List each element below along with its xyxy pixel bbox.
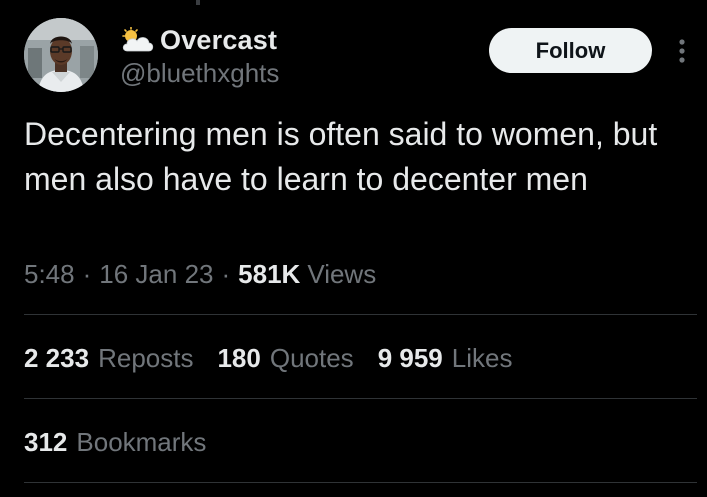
reposts-count: 2 233 <box>24 342 90 373</box>
reposts-label: Reposts <box>98 342 194 373</box>
author-name-row[interactable]: Overcast <box>120 24 277 56</box>
quotes-stat[interactable]: 180 Quotes <box>217 343 353 374</box>
quotes-label: Quotes <box>269 342 354 373</box>
divider <box>24 482 697 483</box>
tweet-time[interactable]: 5:48 <box>24 259 75 290</box>
display-name: Overcast <box>160 24 278 55</box>
meta-separator: · <box>82 258 92 289</box>
likes-count: 9 959 <box>377 342 443 373</box>
more-vertical-icon <box>679 39 685 63</box>
more-options-button[interactable] <box>670 35 694 67</box>
likes-label: Likes <box>451 342 513 373</box>
bookmarks-count: 312 <box>24 426 68 457</box>
views-count: 581K <box>238 258 301 289</box>
bookmarks-stat[interactable]: 312 Bookmarks <box>24 424 206 460</box>
views-label: Views <box>307 258 377 289</box>
avatar[interactable] <box>24 18 98 92</box>
tweet-meta: 5:48 · 16 Jan 23 · 581K Views <box>24 256 376 292</box>
follow-button[interactable]: Follow <box>489 28 652 73</box>
tweet-text: Decentering men is often said to women, … <box>24 116 658 197</box>
likes-stat[interactable]: 9 959 Likes <box>378 343 513 374</box>
quotes-count: 180 <box>217 342 261 373</box>
tweet-date[interactable]: 16 Jan 23 <box>99 259 213 290</box>
sun-behind-cloud-icon <box>122 27 154 52</box>
reposts-stat[interactable]: 2 233 Reposts <box>24 343 193 374</box>
profile-photo-icon <box>24 18 98 92</box>
divider <box>24 314 697 315</box>
tweet-header: Overcast @bluethxghts Follow <box>24 18 700 98</box>
author-handle[interactable]: @bluethxghts <box>120 58 279 89</box>
divider <box>24 398 697 399</box>
bookmarks-label: Bookmarks <box>76 426 207 457</box>
meta-separator: · <box>221 258 231 289</box>
top-edge-fragment <box>196 0 200 5</box>
engagement-stats: 2 233 Reposts 180 Quotes 9 959 Likes <box>24 340 536 376</box>
